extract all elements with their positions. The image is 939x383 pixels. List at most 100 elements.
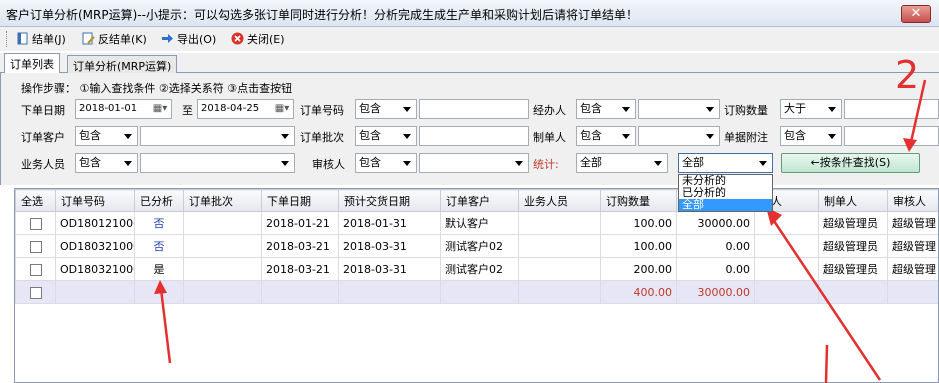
table-row[interactable]: OD1803210001否 2018-03-212018-03-31测试客户02 1… [15, 234, 938, 258]
col-analyzed[interactable]: 已分析 [134, 189, 184, 212]
cell-order-no: OD1801210001 [55, 211, 135, 235]
date-from-picker[interactable]: 2018-01-01 ▦▾ [75, 99, 172, 119]
cell-customer: 测试客户02 [440, 257, 519, 281]
cell-delivery-date [338, 280, 441, 304]
maker-select[interactable] [638, 126, 720, 146]
cell-sales [518, 257, 601, 281]
col-batch[interactable]: 订单批次 [183, 189, 262, 212]
search-button[interactable]: ←按条件查找(S) [781, 153, 920, 173]
cell-qty: 200.00 [600, 257, 677, 281]
maker-label: 制单人 [533, 131, 566, 144]
close-order-button[interactable]: 结单(J) [16, 31, 66, 47]
qty-operator[interactable]: 大于 [780, 99, 842, 119]
cell-maker: 超级管理员 [818, 234, 888, 258]
row-checkbox[interactable] [29, 286, 42, 299]
order-date-label: 下单日期 [21, 104, 65, 117]
toolbar-grip [6, 31, 8, 47]
sales-operator[interactable]: 包含 [75, 153, 138, 173]
note-operator[interactable]: 包含 [780, 126, 842, 146]
col-delivery-date[interactable]: 预计交货日期 [338, 189, 441, 212]
note-input[interactable] [844, 126, 939, 146]
cell-qty: 100.00 [600, 211, 677, 235]
handler-operator[interactable]: 包含 [576, 99, 636, 119]
table-row[interactable]: OD1803210002是 2018-03-212018-03-31测试客户02 2… [15, 257, 938, 281]
table-row[interactable]: OD1801210001否 2018-01-212018-01-31默认客户 100… [15, 211, 938, 235]
tab-strip: 订单列表 订单分析(MRP运算) [0, 53, 939, 74]
title-bar: 客户订单分析(MRP运算)--小提示：可以勾选多张订单同时进行分析！分析完成生成… [0, 0, 939, 27]
cell-auditor [887, 280, 938, 304]
document-icon [16, 32, 29, 45]
row-checkbox[interactable] [29, 240, 42, 253]
cell-qty: 400.00 [600, 280, 677, 304]
batch-operator[interactable]: 包含 [355, 126, 417, 146]
cell-handler [754, 234, 819, 258]
cell-handler [754, 280, 819, 304]
auditor-label: 审核人 [312, 158, 345, 171]
cell-select[interactable] [15, 234, 56, 258]
cell-select[interactable] [15, 257, 56, 281]
cell-amount: 0.00 [676, 234, 755, 258]
cell-customer: 默认客户 [440, 211, 519, 235]
cell-order-date: 2018-01-21 [261, 211, 339, 235]
handler-select[interactable] [638, 99, 720, 119]
note-label: 单据附注 [724, 131, 768, 144]
window-title: 客户订单分析(MRP运算)--小提示：可以勾选多张订单同时进行分析！分析完成生成… [6, 8, 638, 22]
close-button[interactable]: 关闭(E) [231, 31, 285, 47]
cell-select[interactable] [15, 280, 56, 304]
cell-order-no [55, 280, 135, 304]
cell-select[interactable] [15, 211, 56, 235]
col-maker[interactable]: 制单人 [818, 189, 888, 212]
col-qty[interactable]: 订购数量 [600, 189, 677, 212]
export-button[interactable]: 导出(O) [161, 31, 216, 47]
summary-row[interactable]: 400.00 30000.00 [15, 280, 938, 304]
order-no-input[interactable] [419, 99, 529, 119]
col-auditor[interactable]: 审核人 [887, 189, 938, 212]
tab-order-analysis[interactable]: 订单分析(MRP运算) [67, 55, 178, 74]
analysis-status-select[interactable]: 全部 [678, 153, 773, 173]
cell-analyzed: 否 [134, 211, 184, 235]
stat-select[interactable]: 全部 [576, 153, 668, 173]
window-close-button[interactable]: ✕ [901, 5, 931, 23]
col-select-all[interactable]: 全选 [15, 189, 56, 212]
customer-label: 订单客户 [21, 131, 65, 144]
order-table: 全选 订单号码 已分析 订单批次 下单日期 预计交货日期 订单客户 业务人员 订… [14, 188, 939, 383]
cell-analyzed: 否 [134, 234, 184, 258]
cell-batch [183, 211, 262, 235]
col-customer[interactable]: 订单客户 [440, 189, 519, 212]
col-order-no[interactable]: 订单号码 [55, 189, 135, 212]
calendar-icon: ▦▾ [152, 103, 168, 114]
cell-amount: 30000.00 [676, 280, 755, 304]
cell-sales [518, 211, 601, 235]
customer-operator[interactable]: 包含 [75, 126, 138, 146]
tab-order-list[interactable]: 订单列表 [4, 53, 60, 74]
sales-select[interactable] [140, 153, 295, 173]
cell-auditor: 超级管理 [887, 211, 938, 235]
col-sales[interactable]: 业务人员 [518, 189, 601, 212]
cell-maker [818, 280, 888, 304]
qty-input[interactable] [844, 99, 939, 119]
stat-label: 统计: [533, 158, 559, 171]
cell-sales [518, 234, 601, 258]
row-checkbox[interactable] [29, 263, 42, 276]
order-no-operator[interactable]: 包含 [355, 99, 417, 119]
reverse-close-button[interactable]: 反结单(K) [82, 31, 147, 47]
sales-label: 业务人员 [21, 158, 65, 171]
auditor-select[interactable] [419, 153, 529, 173]
batch-input[interactable] [419, 126, 529, 146]
cell-batch [183, 234, 262, 258]
maker-operator[interactable]: 包含 [576, 126, 636, 146]
customer-select[interactable] [140, 126, 295, 146]
toolbar: 结单(J) 反结单(K) 导出(O) 关闭(E) [0, 27, 939, 51]
calendar-icon: ▦▾ [274, 103, 290, 114]
cell-analyzed [134, 280, 184, 304]
auditor-operator[interactable]: 包含 [355, 153, 417, 173]
cell-batch [183, 257, 262, 281]
cell-analyzed: 是 [134, 257, 184, 281]
cell-order-no: OD1803210001 [55, 234, 135, 258]
row-checkbox[interactable] [29, 217, 42, 230]
col-order-date[interactable]: 下单日期 [261, 189, 339, 212]
date-to-picker[interactable]: 2018-04-25 ▦▾ [197, 99, 294, 119]
analysis-status-dropdown: 未分析的 已分析的 全部 [678, 174, 773, 212]
dropdown-option-all[interactable]: 全部 [679, 199, 772, 211]
cell-delivery-date: 2018-03-31 [338, 257, 441, 281]
